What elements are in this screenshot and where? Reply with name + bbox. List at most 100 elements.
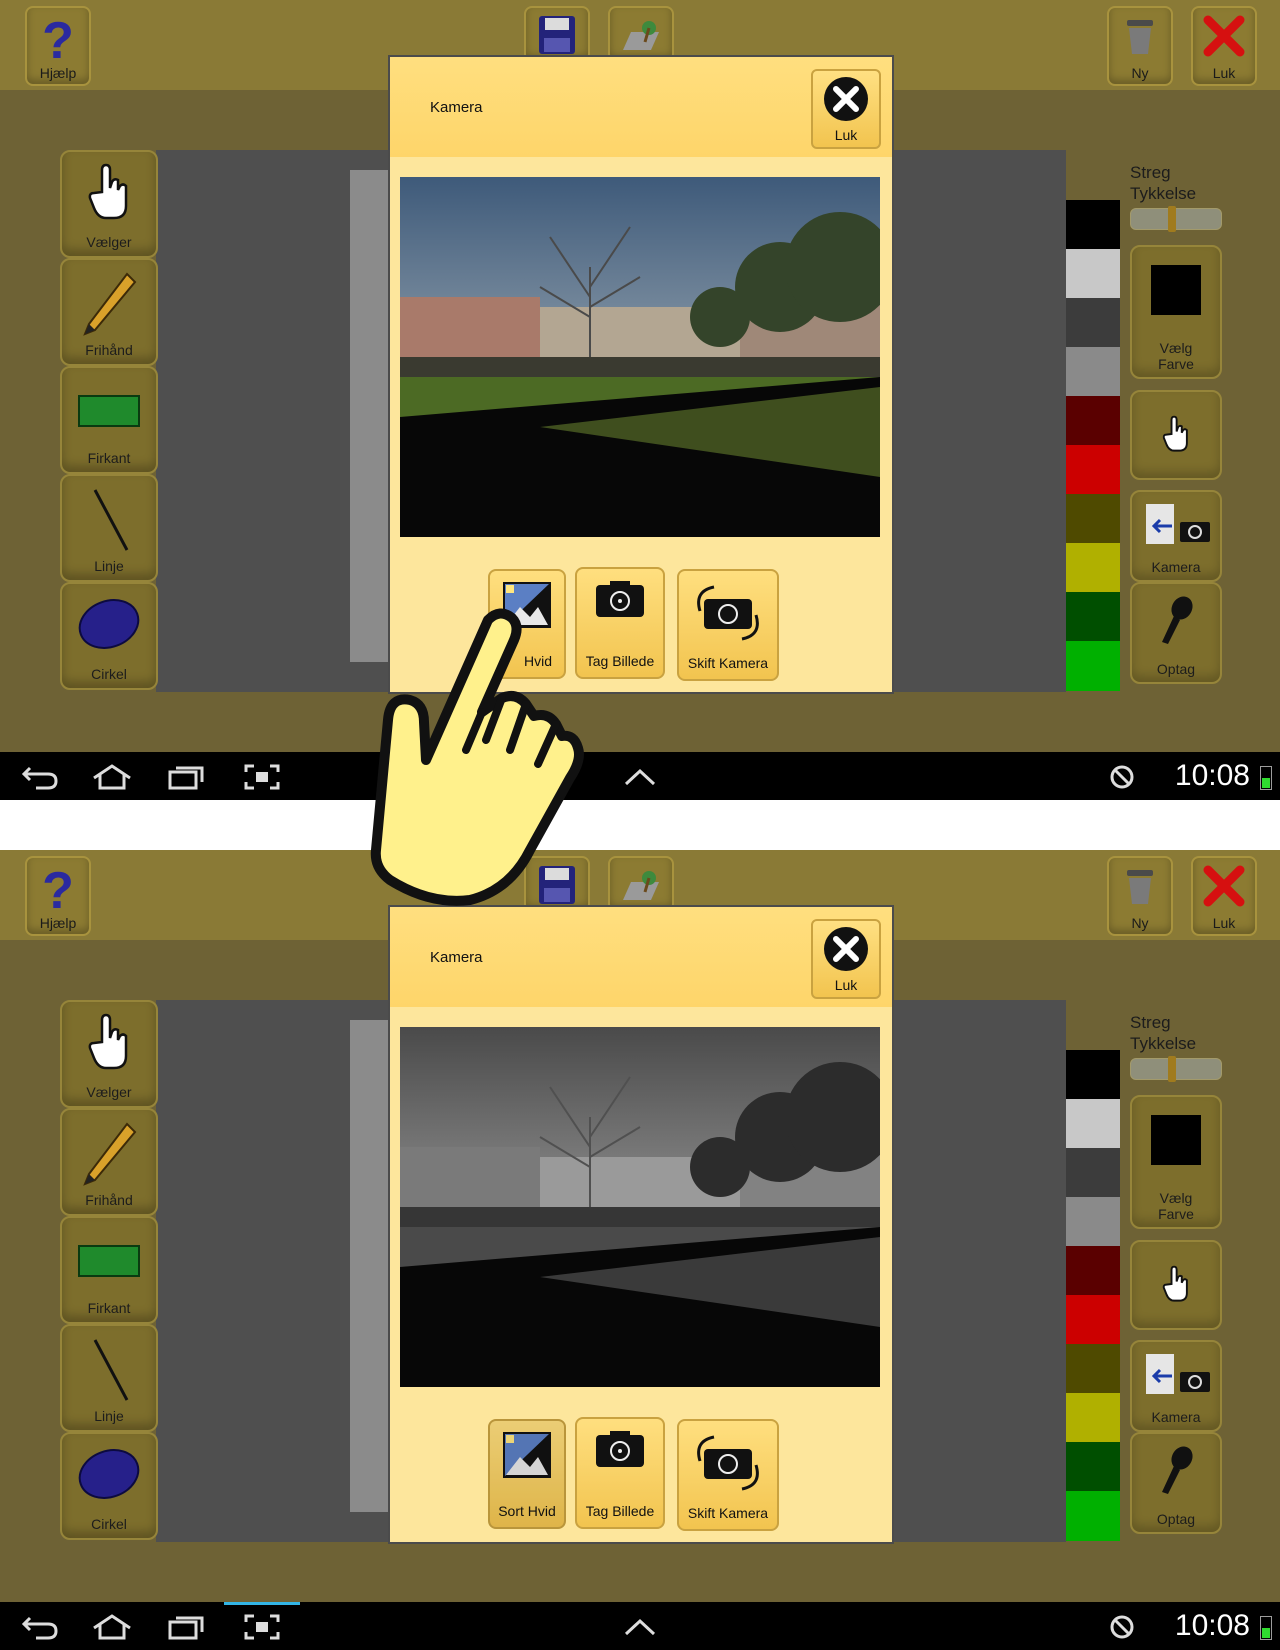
new-button[interactable]: Ny [1107, 856, 1173, 936]
tool-rectangle-button[interactable]: Firkant [60, 1216, 158, 1324]
help-button[interactable]: ? Hjælp [25, 6, 91, 86]
close-app-label: Luk [1212, 65, 1236, 81]
pencil-icon [83, 1122, 137, 1186]
screenshot-icon[interactable] [244, 1614, 280, 1640]
back-icon[interactable] [22, 764, 58, 790]
pencil-icon [83, 272, 137, 336]
open-drawing-button[interactable] [608, 6, 674, 62]
screenshot-icon[interactable] [244, 764, 280, 790]
camera-dialog-close-button[interactable]: Luk [811, 919, 881, 999]
tool-selector-label: Vælger [86, 234, 132, 250]
hand-pointer-icon [1162, 1265, 1188, 1302]
chevron-up-icon[interactable] [624, 1618, 656, 1636]
tool-freehand-label: Frihånd [85, 1192, 133, 1208]
help-button[interactable]: ? Hjælp [25, 856, 91, 936]
color-swatch[interactable] [1066, 249, 1120, 299]
tool-freehand-button[interactable]: Frihånd [60, 258, 158, 366]
new-button[interactable]: Ny [1107, 6, 1173, 86]
floppy-disk-icon [539, 16, 575, 54]
color-swatch[interactable] [1066, 445, 1120, 495]
color-swatch[interactable] [1066, 1246, 1120, 1296]
color-swatch[interactable] [1066, 1393, 1120, 1443]
home-icon[interactable] [92, 1614, 132, 1640]
record-button[interactable]: Optag [1130, 582, 1222, 684]
question-icon: ? [42, 864, 74, 914]
color-swatch[interactable] [1066, 1344, 1120, 1394]
color-swatch[interactable] [1066, 347, 1120, 397]
choose-color-label: Vælg Farve [1132, 340, 1220, 372]
picture-tree-icon [623, 871, 659, 900]
choose-color-button[interactable]: Vælg Farve [1130, 1095, 1222, 1229]
tool-circle-button[interactable]: Cirkel [60, 1432, 158, 1540]
color-swatch[interactable] [1066, 641, 1120, 691]
tool-selector-button[interactable]: Vælger [60, 1000, 158, 1108]
pan-hand-button[interactable] [1130, 390, 1222, 480]
color-swatch[interactable] [1066, 1099, 1120, 1149]
color-swatch[interactable] [1066, 1050, 1120, 1100]
hand-pointer-icon [1162, 415, 1188, 452]
picture-tree-icon [623, 21, 659, 50]
recent-apps-icon[interactable] [168, 1614, 204, 1640]
color-swatch[interactable] [1066, 1197, 1120, 1247]
stroke-width-slider[interactable] [1130, 1056, 1222, 1082]
color-swatch[interactable] [1066, 1295, 1120, 1345]
close-app-button[interactable]: Luk [1191, 856, 1257, 936]
switch-camera-button[interactable]: Skift Kamera [677, 569, 779, 681]
color-swatch[interactable] [1066, 592, 1120, 642]
tool-rectangle-label: Firkant [87, 450, 131, 466]
camera-dialog-close-button[interactable]: Luk [811, 69, 881, 149]
record-button[interactable]: Optag [1130, 1432, 1222, 1534]
camera-button-label: Kamera [1151, 559, 1201, 575]
red-x-icon [1203, 15, 1245, 57]
camera-button[interactable]: Kamera [1130, 490, 1222, 582]
close-icon [824, 77, 868, 121]
stroke-slider-knob[interactable] [1167, 1056, 1176, 1082]
color-swatch[interactable] [1066, 298, 1120, 348]
tool-selector-button[interactable]: Vælger [60, 150, 158, 258]
stroke-width-slider[interactable] [1130, 206, 1222, 232]
tool-rectangle-button[interactable]: Firkant [60, 366, 158, 474]
camera-button[interactable]: Kamera [1130, 1340, 1222, 1432]
take-photo-button[interactable]: Tag Billede [575, 1417, 665, 1529]
camera-dialog: Kamera Luk [388, 905, 894, 1544]
recent-apps-icon[interactable] [168, 764, 204, 790]
hand-pointer-icon [88, 163, 128, 220]
back-icon[interactable] [22, 1614, 58, 1640]
home-icon[interactable] [92, 764, 132, 790]
color-swatch[interactable] [1066, 1148, 1120, 1198]
switch-camera-button[interactable]: Skift Kamera [677, 1419, 779, 1531]
red-x-icon [1203, 865, 1245, 907]
tool-line-button[interactable]: Linje [60, 1324, 158, 1432]
choose-color-line1: Vælg [1159, 340, 1193, 356]
close-app-button[interactable]: Luk [1191, 6, 1257, 86]
color-swatch[interactable] [1066, 396, 1120, 446]
selected-color-swatch [1151, 1115, 1201, 1165]
trash-icon [1127, 870, 1153, 904]
choose-color-button[interactable]: Vælg Farve [1130, 245, 1222, 379]
hand-pointer-icon [88, 1013, 128, 1070]
stroke-label-line2: Tykkelse [1130, 184, 1197, 203]
black-white-button[interactable]: Sort Hvid [488, 1419, 566, 1529]
stroke-slider-knob[interactable] [1167, 206, 1176, 232]
chevron-up-icon[interactable] [624, 768, 656, 786]
tool-circle-button[interactable]: Cirkel [60, 582, 158, 690]
black-white-label: Sort Hvid [498, 1503, 556, 1519]
battery-icon [1260, 1616, 1272, 1640]
pan-hand-button[interactable] [1130, 1240, 1222, 1330]
color-swatch[interactable] [1066, 1442, 1120, 1492]
tool-line-button[interactable]: Linje [60, 474, 158, 582]
camera-dialog-title: Kamera [430, 949, 483, 966]
color-swatch[interactable] [1066, 543, 1120, 593]
tool-freehand-button[interactable]: Frihånd [60, 1108, 158, 1216]
color-swatch[interactable] [1066, 200, 1120, 250]
color-swatch[interactable] [1066, 494, 1120, 544]
save-button[interactable] [524, 6, 590, 62]
color-swatch[interactable] [1066, 1491, 1120, 1541]
open-drawing-button[interactable] [608, 856, 674, 912]
camera-insert-icon [1146, 504, 1210, 544]
app-screen-after: ? Hjælp Ny Luk Vælger Frihånd Firkant Li… [0, 850, 1280, 1650]
record-label: Optag [1156, 661, 1196, 677]
no-sim-icon [1110, 765, 1134, 789]
status-clock: 10:08 [1174, 759, 1250, 792]
camera-preview-color [400, 177, 880, 537]
